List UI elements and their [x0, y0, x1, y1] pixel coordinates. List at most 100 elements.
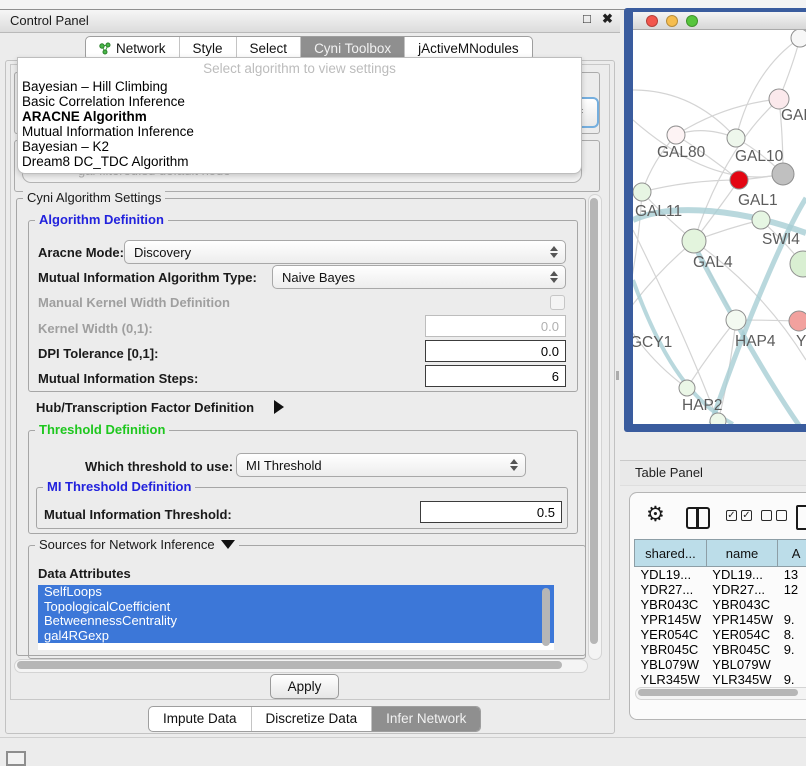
split-columns-icon[interactable]	[686, 507, 710, 529]
table-cell[interactable]: 9.	[778, 672, 806, 687]
table-cell[interactable]: YER054C	[706, 627, 777, 642]
tab-impute-data[interactable]: Impute Data	[149, 707, 252, 731]
attribute-list-item[interactable]: gal4RGexp	[38, 629, 554, 644]
collapsed-panel-icon[interactable]	[6, 751, 26, 766]
network-window-titlebar[interactable]	[633, 12, 806, 30]
network-node[interactable]	[772, 163, 794, 185]
table-row[interactable]: YDL19...YDL19...13	[635, 567, 806, 583]
mi-type-combo[interactable]: Naive Bayes	[272, 265, 566, 289]
minimize-traffic-light[interactable]	[666, 15, 678, 27]
dropdown-item[interactable]: Mutual Information Inference	[18, 124, 581, 139]
close-icon[interactable]: ✖	[602, 11, 613, 27]
network-node-hap4[interactable]	[726, 310, 746, 330]
settings-vscroll-thumb[interactable]	[590, 198, 598, 644]
network-node-gal7[interactable]	[769, 89, 789, 109]
algorithm-dropdown-popup: Select algorithm to view settings Bayesi…	[17, 57, 582, 174]
table-row[interactable]: YER054CYER054C8.	[635, 627, 806, 642]
network-node-gal1[interactable]	[730, 171, 748, 189]
table-row[interactable]: YPR145WYPR145W9.	[635, 612, 806, 627]
column-header-3[interactable]: A	[778, 540, 806, 567]
network-node[interactable]	[790, 251, 806, 277]
table-cell[interactable]: 9.	[778, 642, 806, 657]
table-cell[interactable]: YDR27...	[706, 582, 777, 597]
table-row[interactable]: YBR043CYBR043C	[635, 597, 806, 612]
network-icon	[99, 42, 111, 55]
dropdown-item[interactable]: Bayesian – K2	[18, 139, 581, 154]
gear-icon[interactable]: ⚙	[646, 504, 665, 525]
apply-button[interactable]: Apply	[270, 674, 339, 699]
page-icon[interactable]	[796, 505, 806, 530]
table-cell[interactable]: YDL19...	[706, 567, 777, 583]
table-cell[interactable]: YBR045C	[706, 642, 777, 657]
kernel-width-input[interactable]: 0.0	[425, 315, 566, 337]
table-cell[interactable]: YPR145W	[706, 612, 777, 627]
network-edge[interactable]	[642, 180, 739, 192]
table-cell[interactable]: YDR27...	[635, 582, 707, 597]
settings-hscroll-thumb[interactable]	[17, 661, 562, 669]
network-node[interactable]	[791, 30, 806, 47]
hub-section-label[interactable]: Hub/Transcription Factor Definition	[36, 400, 254, 415]
dpi-tolerance-input[interactable]: 0.0	[425, 340, 566, 362]
tab-discretize-data[interactable]: Discretize Data	[252, 707, 373, 731]
table-cell[interactable]: YBL079W	[706, 657, 777, 672]
network-node-gal4[interactable]	[682, 229, 706, 253]
network-node-swi4[interactable]	[752, 211, 770, 229]
table-row[interactable]: YDR27...YDR27...12	[635, 582, 806, 597]
tab-label: jActiveMNodules	[418, 41, 519, 56]
aracne-mode-value: Discovery	[134, 245, 191, 260]
panel-splitter-handle[interactable]	[616, 371, 619, 380]
attribute-list-item[interactable]: BetweennessCentrality	[38, 614, 554, 629]
dropdown-item[interactable]: ARACNE Algorithm	[18, 109, 581, 124]
float-window-icon[interactable]: □	[583, 11, 591, 26]
tab-label: Select	[250, 41, 288, 56]
aracne-mode-combo[interactable]: Discovery	[124, 240, 566, 264]
table-cell[interactable]: 8.	[778, 627, 806, 642]
table-cell[interactable]: YER054C	[635, 627, 707, 642]
dropdown-item[interactable]: Basic Correlation Inference	[18, 94, 581, 109]
table-cell[interactable]: YPR145W	[635, 612, 707, 627]
table-cell[interactable]: YBL079W	[635, 657, 707, 672]
list-scrollbar[interactable]	[542, 588, 550, 646]
table-row[interactable]: YBL079WYBL079W	[635, 657, 806, 672]
table-cell[interactable]: 12	[778, 582, 806, 597]
network-node-gal10[interactable]	[727, 129, 745, 147]
tab-infer-network[interactable]: Infer Network	[372, 707, 480, 731]
network-node-y[interactable]	[789, 311, 806, 331]
table-cell[interactable]	[778, 657, 806, 672]
table-hscroll-thumb[interactable]	[638, 689, 798, 696]
mi-threshold-input[interactable]: 0.5	[420, 501, 562, 523]
select-all-icon[interactable]: ✓✓	[726, 510, 752, 521]
network-node-gal80[interactable]	[667, 126, 685, 144]
table-cell[interactable]: YBR043C	[635, 597, 707, 612]
close-traffic-light[interactable]	[646, 15, 658, 27]
table-cell[interactable]: YLR345W	[706, 672, 777, 687]
network-node-hap2[interactable]	[679, 380, 695, 396]
mi-steps-input[interactable]: 6	[425, 365, 566, 387]
network-node-gal11[interactable]	[633, 183, 651, 201]
node-attribute-table[interactable]: shared...nameA YDL19...YDL19...13YDR27..…	[634, 539, 806, 702]
chevron-down-icon[interactable]	[221, 540, 235, 549]
table-cell[interactable]: 13	[778, 567, 806, 583]
attribute-list-item[interactable]: TopologicalCoefficient	[38, 600, 554, 615]
dropdown-item[interactable]: Bayesian – Hill Climbing	[18, 79, 581, 94]
dropdown-item[interactable]: Dream8 DC_TDC Algorithm	[18, 154, 581, 169]
table-row[interactable]: YLR345WYLR345W9.	[635, 672, 806, 687]
table-cell[interactable]	[778, 597, 806, 612]
network-node[interactable]	[710, 413, 726, 424]
column-header-2[interactable]: name	[706, 540, 777, 567]
table-cell[interactable]: YBR045C	[635, 642, 707, 657]
column-header-1[interactable]: shared...	[635, 540, 707, 567]
table-cell[interactable]: YLR345W	[635, 672, 707, 687]
attribute-list-item[interactable]: SelfLoops	[38, 585, 554, 600]
chevron-right-icon[interactable]	[274, 400, 284, 414]
table-cell[interactable]: YDL19...	[635, 567, 707, 583]
bottom-tabbar: Impute DataDiscretize DataInfer Network	[148, 706, 481, 732]
table-cell[interactable]: 9.	[778, 612, 806, 627]
zoom-traffic-light[interactable]	[686, 15, 698, 27]
manual-kernel-checkbox[interactable]	[550, 295, 565, 310]
network-canvas[interactable]: GAL7GAL80GAL10GAL1GAL11SWI4GAL4GCY1HAP4Y…	[633, 30, 806, 424]
table-row[interactable]: YBR045CYBR045C9.	[635, 642, 806, 657]
deselect-all-icon[interactable]	[761, 510, 787, 521]
table-cell[interactable]: YBR043C	[706, 597, 777, 612]
which-threshold-combo[interactable]: MI Threshold	[236, 453, 526, 477]
